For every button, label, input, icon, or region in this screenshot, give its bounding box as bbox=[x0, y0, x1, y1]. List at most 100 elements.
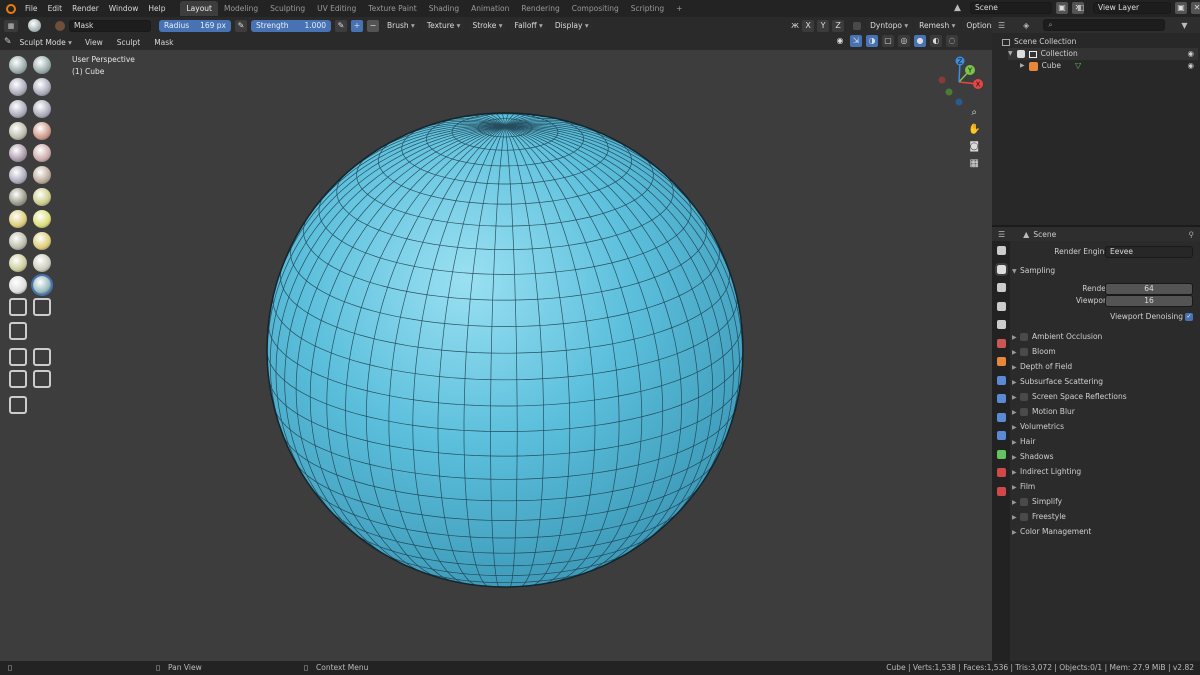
scene-icon[interactable]: ▲ bbox=[954, 2, 966, 14]
display-menu[interactable]: Display bbox=[550, 19, 593, 32]
tab-modeling[interactable]: Modeling bbox=[218, 1, 264, 16]
menu-file[interactable]: File bbox=[20, 0, 43, 17]
new-view-layer-icon[interactable]: ▣ bbox=[1175, 2, 1187, 14]
solid-shading-icon[interactable]: ● bbox=[914, 35, 926, 47]
properties-tab-constraints-icon[interactable] bbox=[997, 431, 1006, 440]
camera-view-icon[interactable]: ◙ bbox=[969, 141, 979, 152]
panel-volumetrics[interactable]: ▶ Volumetrics bbox=[1012, 419, 1197, 434]
properties-tab-render-icon[interactable] bbox=[995, 262, 1008, 276]
tool-rotate-icon[interactable] bbox=[9, 254, 27, 272]
tool-draw-sharp-icon[interactable] bbox=[33, 56, 51, 74]
properties-tab-world-icon[interactable] bbox=[997, 338, 1006, 348]
tool-snake-hook-icon[interactable] bbox=[9, 210, 27, 228]
rendered-shading-icon[interactable]: ◌ bbox=[946, 35, 958, 47]
panel-subsurface-scattering[interactable]: ▶ Subsurface Scattering bbox=[1012, 374, 1197, 389]
strength-pressure-icon[interactable]: ✎ bbox=[335, 19, 347, 32]
gizmo-toggle-icon[interactable]: ⇲ bbox=[850, 35, 862, 47]
visibility-icon[interactable]: ◉ bbox=[834, 35, 846, 47]
tool-face-set-icon[interactable] bbox=[9, 322, 27, 340]
outliner-editor-icon[interactable]: ☰ bbox=[998, 21, 1005, 30]
mirror-y-button[interactable]: Y bbox=[817, 19, 830, 32]
menu-edit[interactable]: Edit bbox=[43, 0, 68, 17]
render-engine-dropdown[interactable]: Eevee bbox=[1105, 246, 1193, 258]
tool-box-hide-icon[interactable] bbox=[9, 298, 27, 316]
panel-hair[interactable]: ▶ Hair bbox=[1012, 434, 1197, 449]
outliner-row-collection[interactable]: ▼ Collection ◉ bbox=[1008, 48, 1198, 60]
material-shading-icon[interactable]: ◐ bbox=[930, 35, 942, 47]
tool-inflate-icon[interactable] bbox=[33, 100, 51, 118]
remesh-menu[interactable]: Remesh bbox=[915, 19, 960, 32]
tab-rendering[interactable]: Rendering bbox=[515, 1, 565, 16]
tool-nudge-icon[interactable] bbox=[33, 232, 51, 250]
tool-blob-icon[interactable] bbox=[9, 122, 27, 140]
view-layer-icon[interactable]: ◧ bbox=[1077, 2, 1089, 14]
tab-texture-paint[interactable]: Texture Paint bbox=[362, 1, 422, 16]
panel-enable-checkbox[interactable] bbox=[1020, 333, 1028, 341]
panel-bloom[interactable]: ▶ Bloom bbox=[1012, 344, 1197, 359]
properties-tab-tool-icon[interactable] bbox=[997, 246, 1006, 255]
mirror-x-button[interactable]: X bbox=[802, 19, 815, 32]
tool-mask-icon[interactable] bbox=[9, 276, 27, 294]
radius-pressure-icon[interactable]: ✎ bbox=[235, 19, 247, 32]
tool-pose-icon[interactable] bbox=[9, 232, 27, 250]
tool-mask-lasso-icon[interactable] bbox=[33, 298, 51, 316]
pin-icon[interactable]: ⚲ bbox=[1189, 230, 1195, 239]
panel-freestyle[interactable]: ▶ Freestyle bbox=[1012, 509, 1197, 524]
tab-compositing[interactable]: Compositing bbox=[566, 1, 625, 16]
menu-render[interactable]: Render bbox=[67, 0, 104, 17]
pan-hand-icon[interactable]: ✋ bbox=[968, 124, 980, 135]
tool-transform-icon[interactable] bbox=[33, 370, 51, 388]
brush-name-field[interactable]: Mask bbox=[69, 19, 151, 32]
tab-shading[interactable]: Shading bbox=[423, 1, 465, 16]
tool-annotate-icon[interactable] bbox=[9, 396, 27, 414]
tool-flatten-icon[interactable] bbox=[33, 144, 51, 162]
stroke-menu[interactable]: Stroke bbox=[468, 19, 507, 32]
viewport-denoising-checkbox[interactable]: ✓ bbox=[1185, 313, 1193, 321]
panel-enable-checkbox[interactable] bbox=[1020, 498, 1028, 506]
tool-draw-icon[interactable] bbox=[9, 56, 27, 74]
collection-visibility-eye-icon[interactable]: ◉ bbox=[1187, 48, 1194, 60]
scene-field[interactable]: Scene bbox=[970, 2, 1052, 14]
gizmo-neg-x-icon[interactable] bbox=[938, 76, 946, 84]
tool-pinch-icon[interactable] bbox=[9, 188, 27, 206]
viewport-samples-field[interactable]: 16 bbox=[1105, 295, 1193, 307]
tool-thumb-icon[interactable] bbox=[33, 210, 51, 228]
wireframe-shading-icon[interactable]: ◎ bbox=[898, 35, 910, 47]
tool-scale-icon[interactable] bbox=[9, 370, 27, 388]
tool-clay-icon[interactable] bbox=[9, 78, 27, 96]
view-layer-field[interactable]: View Layer bbox=[1093, 2, 1171, 14]
gizmo-neg-z-icon[interactable] bbox=[955, 98, 963, 106]
panel-enable-checkbox[interactable] bbox=[1020, 348, 1028, 356]
panel-enable-checkbox[interactable] bbox=[1020, 513, 1028, 521]
sampling-panel-header[interactable]: ▼ Sampling bbox=[1012, 263, 1197, 278]
properties-tab-texture-icon[interactable] bbox=[997, 486, 1006, 496]
panel-shadows[interactable]: ▶ Shadows bbox=[1012, 449, 1197, 464]
delete-view-layer-icon[interactable]: ✕ bbox=[1191, 2, 1200, 14]
tool-clay-strips-icon[interactable] bbox=[33, 78, 51, 96]
mask-subtract-button[interactable]: − bbox=[367, 19, 379, 32]
dyntopo-menu[interactable]: Dyntopo bbox=[866, 19, 913, 32]
radius-slider[interactable]: Radius 169 px bbox=[159, 19, 231, 32]
panel-motion-blur[interactable]: ▶ Motion Blur bbox=[1012, 404, 1197, 419]
tab-layout[interactable]: Layout bbox=[180, 1, 218, 16]
properties-editor-icon[interactable]: ☰ bbox=[998, 230, 1005, 239]
ortho-grid-icon[interactable]: ▦ bbox=[970, 158, 979, 169]
xray-toggle-icon[interactable]: ▢ bbox=[882, 35, 894, 47]
mirror-z-button[interactable]: Z bbox=[832, 19, 845, 32]
brush-menu[interactable]: Brush bbox=[383, 19, 419, 32]
properties-tab-object-icon[interactable] bbox=[997, 357, 1006, 366]
tool-simplify-icon[interactable] bbox=[33, 254, 51, 272]
properties-tab-physics-icon[interactable] bbox=[997, 412, 1006, 422]
viewport-menu-sculpt[interactable]: Sculpt bbox=[112, 34, 145, 51]
tool-grab-icon[interactable] bbox=[33, 188, 51, 206]
panel-ambient-occlusion[interactable]: ▶ Ambient Occlusion bbox=[1012, 329, 1197, 344]
panel-enable-checkbox[interactable] bbox=[1020, 393, 1028, 401]
editor-type-icon[interactable]: ▦ bbox=[4, 19, 18, 32]
viewport-menu-view[interactable]: View bbox=[80, 34, 108, 51]
properties-tab-particles-icon[interactable] bbox=[997, 394, 1006, 403]
brush-preview-icon[interactable] bbox=[28, 19, 41, 32]
add-workspace-button[interactable]: + bbox=[670, 1, 688, 16]
outliner-row-scene-collection[interactable]: Scene Collection bbox=[1002, 36, 1076, 48]
tool-move-icon[interactable] bbox=[9, 348, 27, 366]
properties-tab-material-icon[interactable] bbox=[997, 468, 1006, 477]
